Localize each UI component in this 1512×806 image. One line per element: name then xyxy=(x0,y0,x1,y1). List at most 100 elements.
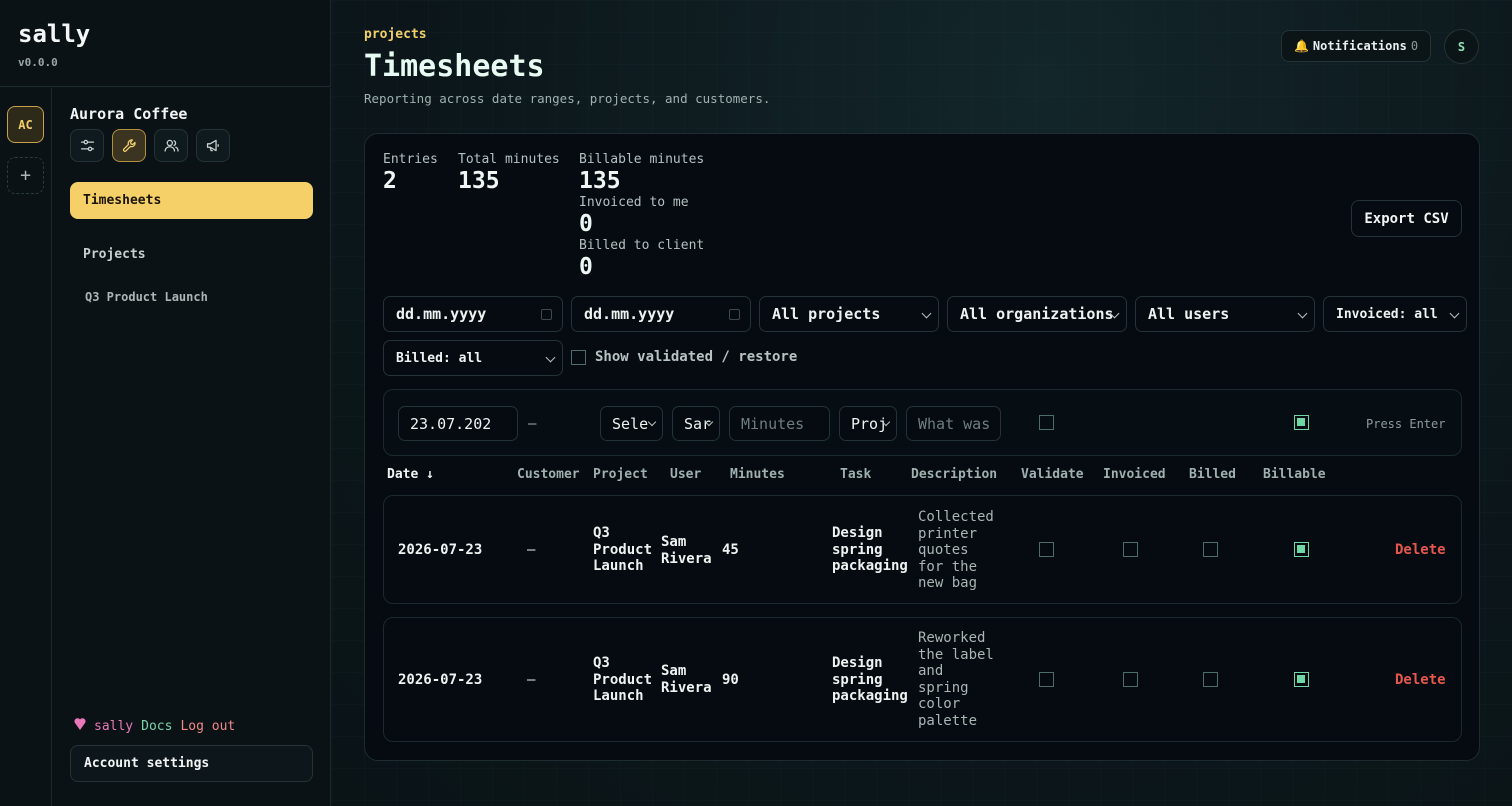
row-billed-checkbox[interactable] xyxy=(1203,542,1218,557)
tool-row xyxy=(70,129,230,162)
column-billable[interactable]: Billable xyxy=(1263,467,1326,482)
invoiced-filter-select[interactable]: Invoiced: all xyxy=(1323,296,1467,332)
stat-billed: Billed to client 0 xyxy=(579,238,704,280)
announcements-button[interactable] xyxy=(196,129,230,162)
to-date-value: dd.mm.yyyy xyxy=(584,305,675,323)
column-validate[interactable]: Validate xyxy=(1021,467,1084,482)
row-project: Q3 Product Launch xyxy=(593,525,653,574)
stat-label: Total minutes xyxy=(458,152,560,167)
organization-filter-select[interactable]: All organizations xyxy=(947,296,1127,332)
user-filter-select[interactable]: All users xyxy=(1135,296,1315,332)
invoiced-filter-value: Invoiced: all xyxy=(1336,306,1438,322)
show-validated-label[interactable]: Show validated / restore xyxy=(595,349,797,365)
stat-value: 135 xyxy=(458,168,500,194)
notifications-count: 0 xyxy=(1410,39,1419,53)
entry-customer-select[interactable]: Sele xyxy=(600,406,663,441)
notifications-label: Notifications xyxy=(1312,39,1407,53)
stat-value: 135 xyxy=(579,168,621,194)
account-settings-button[interactable]: Account settings xyxy=(70,745,313,782)
heart-icon xyxy=(74,717,86,735)
row-billable-checkbox[interactable] xyxy=(1294,542,1309,557)
stat-label: Invoiced to me xyxy=(579,195,689,210)
main-content: projects Timesheets Reporting across dat… xyxy=(332,0,1512,806)
footer-logout-link[interactable]: Log out xyxy=(180,719,235,734)
stat-value: 0 xyxy=(579,211,593,237)
billed-filter-value: Billed: all xyxy=(396,350,483,366)
avatar[interactable]: S xyxy=(1444,29,1479,64)
chevron-down-icon xyxy=(647,417,657,427)
entry-validate-checkbox[interactable] xyxy=(1039,415,1054,430)
members-button[interactable] xyxy=(154,129,188,162)
settings-sliders-button[interactable] xyxy=(70,129,104,162)
project-filter-select[interactable]: All projects xyxy=(759,296,939,332)
row-delete-button[interactable]: Delete xyxy=(1395,672,1446,688)
stat-invoiced: Invoiced to me 0 xyxy=(579,195,689,237)
new-entry-row: 23.07.202 – Sele Sar Minutes Proj What w… xyxy=(383,389,1462,456)
org-name: Aurora Coffee xyxy=(70,105,188,123)
entry-user-select[interactable]: Sar xyxy=(672,406,720,441)
to-date-input[interactable]: dd.mm.yyyy xyxy=(571,296,751,332)
chevron-down-icon xyxy=(545,352,556,363)
row-description: Collected printer quotes for the new bag xyxy=(918,509,994,591)
brand-version: v0.0.0 xyxy=(18,56,58,69)
entry-description-input[interactable]: What was xyxy=(906,406,1001,441)
nav-projects[interactable]: Projects xyxy=(70,236,313,273)
entry-billable-checkbox[interactable] xyxy=(1294,415,1309,430)
tools-button[interactable] xyxy=(112,129,146,162)
organization-filter-value: All organizations xyxy=(960,305,1114,323)
footer-sally-link[interactable]: sally xyxy=(94,719,133,734)
org-badge[interactable]: AC xyxy=(7,106,44,143)
row-date: 2026-07-23 xyxy=(398,672,483,688)
stat-value: 2 xyxy=(383,168,397,194)
column-description[interactable]: Description xyxy=(911,467,997,482)
calendar-icon xyxy=(729,309,740,320)
column-billed[interactable]: Billed xyxy=(1189,467,1236,482)
breadcrumb[interactable]: projects xyxy=(364,27,427,42)
entry-minutes-input[interactable]: Minutes xyxy=(729,406,830,441)
row-task: Design spring packaging xyxy=(832,525,908,574)
stat-value: 0 xyxy=(579,254,593,280)
calendar-icon xyxy=(541,309,552,320)
sidebar: Aurora Coffee Timesheets Projects Q3 Pro… xyxy=(52,88,331,806)
table-row[interactable]: 2026-07-23 – Q3 Product Launch Sam Rivera 4… xyxy=(383,495,1462,604)
column-minutes[interactable]: Minutes xyxy=(730,467,785,482)
user-filter-value: All users xyxy=(1148,305,1230,323)
org-rail: AC + xyxy=(0,88,52,806)
row-delete-button[interactable]: Delete xyxy=(1395,542,1446,558)
footer-docs-link[interactable]: Docs xyxy=(141,719,172,734)
entry-customer-value: Sele xyxy=(612,414,649,433)
table-row[interactable]: 2026-07-23 – Q3 Product Launch Sam Rivera 9… xyxy=(383,617,1462,742)
column-customer[interactable]: Customer xyxy=(517,467,580,482)
row-minutes: 90 xyxy=(722,672,739,688)
export-csv-button[interactable]: Export CSV xyxy=(1351,200,1462,237)
row-billed-checkbox[interactable] xyxy=(1203,672,1218,687)
nav-timesheets[interactable]: Timesheets xyxy=(70,182,313,219)
column-project[interactable]: Project xyxy=(593,467,648,482)
row-validate-checkbox[interactable] xyxy=(1039,542,1054,557)
from-date-value: dd.mm.yyyy xyxy=(396,305,487,323)
chevron-down-icon xyxy=(921,308,932,319)
billed-filter-select[interactable]: Billed: all xyxy=(383,340,563,376)
stat-billable-minutes: Billable minutes 135 xyxy=(579,152,704,194)
notifications-button[interactable]: 🔔 Notifications 0 xyxy=(1281,30,1431,62)
stat-total-minutes: Total minutes 135 xyxy=(458,152,560,194)
show-validated-checkbox[interactable] xyxy=(571,350,586,365)
column-invoiced[interactable]: Invoiced xyxy=(1103,467,1166,482)
entry-project-select[interactable]: Proj xyxy=(839,406,897,441)
brand-header: sally v0.0.0 xyxy=(0,0,331,87)
stat-entries: Entries 2 xyxy=(383,152,438,194)
column-date[interactable]: Date ↓ xyxy=(387,467,434,482)
nav-project-q3[interactable]: Q3 Product Launch xyxy=(85,290,208,304)
add-org-button[interactable]: + xyxy=(7,157,44,194)
column-task[interactable]: Task xyxy=(840,467,871,482)
row-invoiced-checkbox[interactable] xyxy=(1123,542,1138,557)
row-validate-checkbox[interactable] xyxy=(1039,672,1054,687)
row-user: Sam Rivera xyxy=(661,534,712,567)
entry-date-input[interactable]: 23.07.202 xyxy=(398,406,518,441)
row-invoiced-checkbox[interactable] xyxy=(1123,672,1138,687)
row-billable-checkbox[interactable] xyxy=(1294,672,1309,687)
from-date-input[interactable]: dd.mm.yyyy xyxy=(383,296,563,332)
sliders-icon xyxy=(80,139,94,152)
brand-name[interactable]: sally xyxy=(18,20,90,48)
column-user[interactable]: User xyxy=(670,467,701,482)
